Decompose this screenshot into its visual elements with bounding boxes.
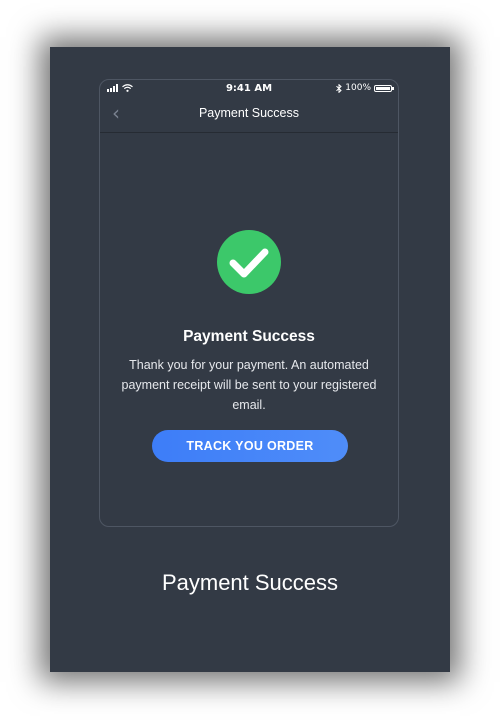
battery-icon xyxy=(374,84,394,92)
success-message: Thank you for your payment. An automated… xyxy=(121,358,377,412)
check-circle-icon xyxy=(217,230,281,294)
track-order-button[interactable]: TRACK YOU ORDER xyxy=(152,430,348,462)
status-bar: 9:41 AM 100% xyxy=(100,80,398,98)
screen-caption: Payment Success xyxy=(161,570,339,595)
battery-percent: 100% xyxy=(345,83,371,93)
screen-card: 9:41 AM 100% ‹ Payment Success Payment S… xyxy=(50,47,450,672)
nav-bar: ‹ Payment Success xyxy=(100,98,398,133)
success-title: Payment Success xyxy=(183,328,315,345)
nav-title: Payment Success xyxy=(198,106,300,120)
phone-frame: 9:41 AM 100% ‹ Payment Success Payment S… xyxy=(99,79,399,527)
bluetooth-icon xyxy=(336,83,343,93)
status-right: 100% xyxy=(336,83,394,93)
